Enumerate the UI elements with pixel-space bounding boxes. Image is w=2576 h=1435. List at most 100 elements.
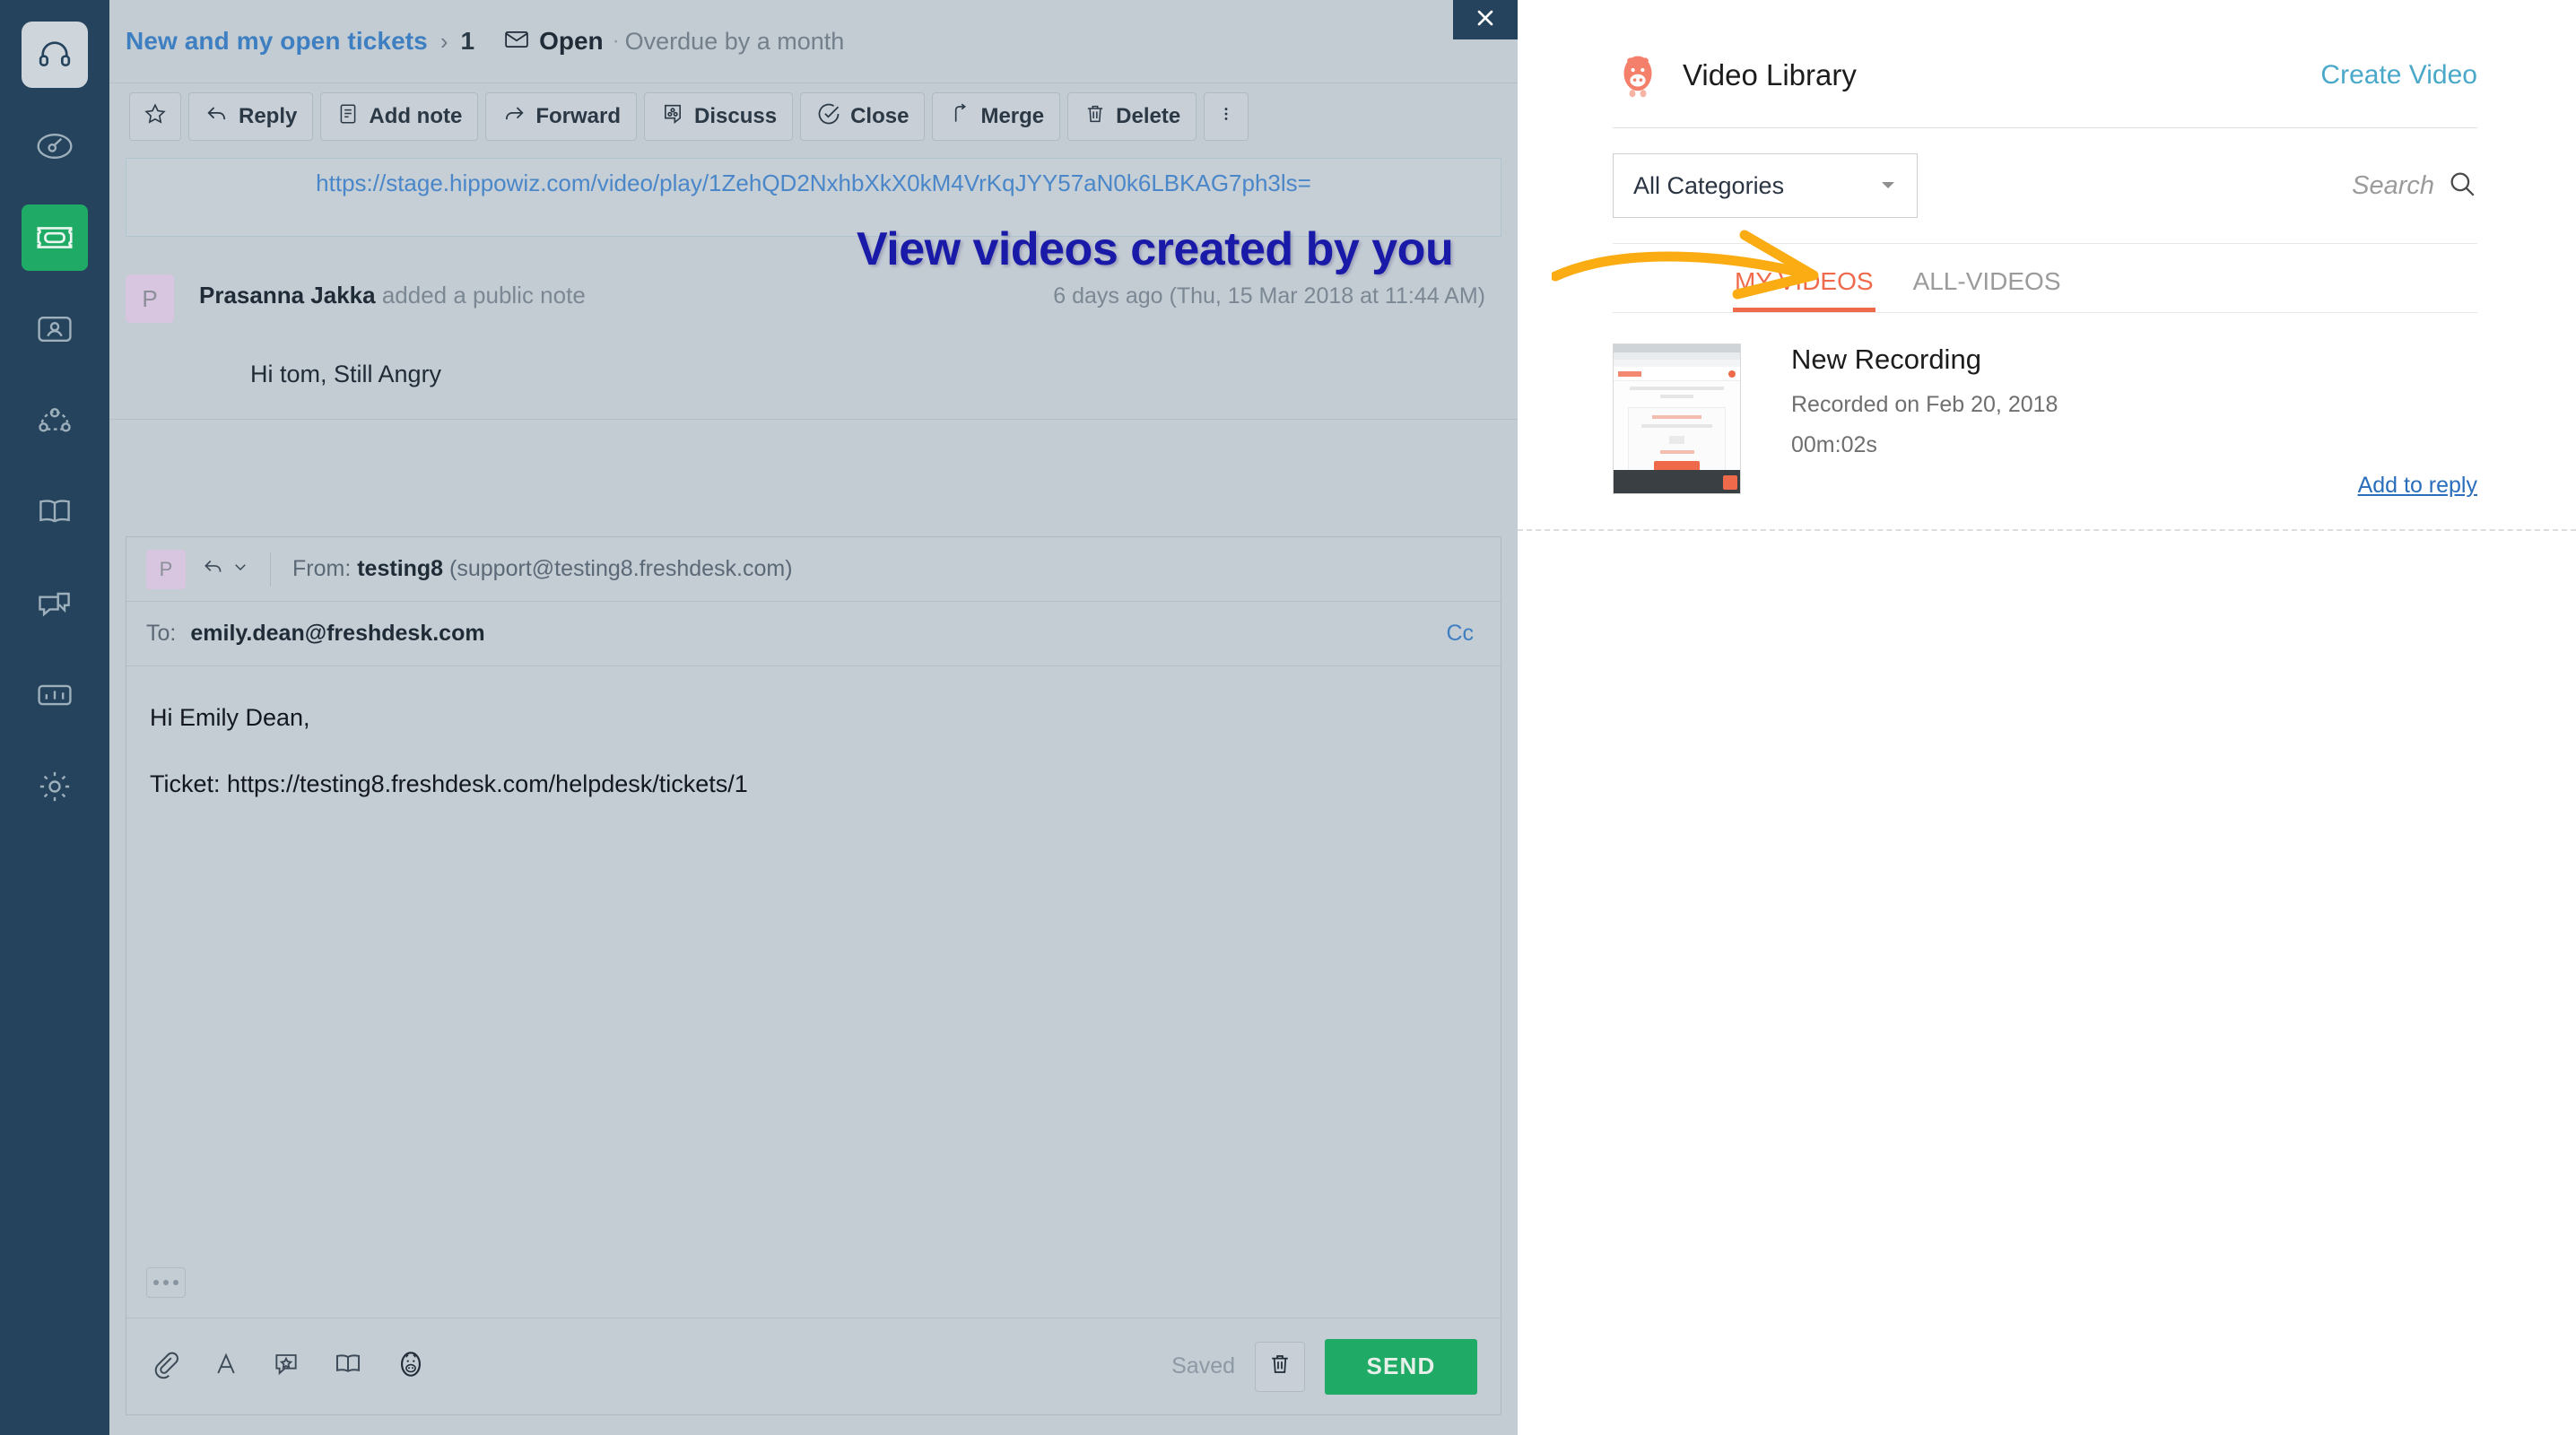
send-button[interactable]: SEND (1325, 1338, 1477, 1395)
reply-arrow-icon (205, 101, 230, 133)
dot (153, 1280, 159, 1285)
composer-footer: Saved SEND (126, 1318, 1501, 1414)
add-note-button[interactable]: Add note (320, 92, 479, 141)
tab-all-videos[interactable]: ALL-VIDEOS (1893, 244, 2081, 312)
thumb-bookmark-bar (1614, 360, 1740, 367)
close-button[interactable]: Close (800, 92, 926, 141)
category-select-value: All Categories (1633, 171, 1785, 199)
close-button-label: Close (850, 104, 909, 128)
discuss-button[interactable]: Discuss (644, 92, 794, 141)
status-badge: Open (539, 27, 604, 55)
gear-icon (35, 767, 74, 806)
delete-button-label: Delete (1116, 104, 1181, 128)
note-body: Hi tom, Still Angry (109, 323, 1518, 420)
video-recorded-date: Recorded on Feb 20, 2018 (1791, 392, 2058, 417)
video-thumbnail[interactable] (1613, 344, 1741, 494)
composer-from-text: From: testing8 (support@testing8.freshde… (292, 556, 793, 582)
breadcrumb-view-link[interactable]: New and my open tickets (126, 27, 428, 56)
video-play-link[interactable]: https://stage.hippowiz.com/video/play/1Z… (316, 170, 1311, 197)
app-rail (0, 0, 109, 1435)
to-value[interactable]: emily.dean@freshdesk.com (190, 621, 484, 647)
canned-response-icon[interactable] (272, 1349, 300, 1384)
sidebar-item-solutions[interactable] (22, 479, 88, 545)
merge-button[interactable]: Merge (932, 92, 1061, 141)
to-label: To: (146, 621, 177, 646)
favorite-button[interactable] (129, 92, 181, 141)
drawer-filters: All Categories Search (1518, 128, 2576, 218)
reply-type-selector[interactable] (202, 555, 248, 583)
forward-arrow-icon (501, 101, 527, 133)
thumb-recorder-bar (1614, 470, 1740, 493)
close-drawer-button[interactable] (1453, 0, 1518, 39)
thumb-url-bar (1614, 352, 1740, 360)
search-input[interactable]: Search (2352, 171, 2434, 201)
solutions-book-icon[interactable] (333, 1349, 363, 1384)
check-circle-icon (816, 101, 841, 133)
sidebar-item-social[interactable] (22, 387, 88, 454)
list-item[interactable]: New Recording Recorded on Feb 20, 2018 0… (1518, 313, 2576, 531)
sidebar-item-reports[interactable] (22, 662, 88, 728)
ticket-number: 1 (460, 27, 475, 55)
envelope-icon (503, 26, 530, 57)
video-library-drawer: Video Library Create Video All Categorie… (1453, 0, 2576, 1435)
text-format-icon[interactable] (213, 1349, 239, 1384)
activity-action: added a public note (375, 282, 586, 309)
chat-icon (35, 584, 74, 623)
conversation-stream: https://stage.hippowiz.com/video/play/1Z… (109, 151, 1518, 1435)
brand-logo[interactable] (22, 22, 88, 88)
video-meta: New Recording Recorded on Feb 20, 2018 0… (1791, 344, 2477, 499)
composer-avatar: P (146, 549, 186, 589)
annotation-arrow (1550, 224, 1910, 327)
thumb-text-line (1659, 450, 1694, 454)
create-video-link[interactable]: Create Video (2320, 60, 2477, 91)
add-to-reply-link[interactable]: Add to reply (1791, 473, 2477, 499)
breadcrumb: New and my open tickets › 1 Open · Overd… (109, 0, 1518, 83)
thumb-brand (1618, 371, 1641, 377)
from-label: From: (292, 556, 352, 581)
from-email: (support@testing8.freshdesk.com) (449, 556, 793, 581)
attach-icon[interactable] (150, 1349, 180, 1384)
delete-button[interactable]: Delete (1067, 92, 1197, 141)
thumb-text-line (1640, 424, 1713, 428)
divider (270, 552, 271, 587)
activity-timestamp: 6 days ago (Thu, 15 Mar 2018 at 11:44 AM… (1053, 283, 1485, 309)
discard-draft-button[interactable] (1255, 1341, 1305, 1392)
hippo-video-icon[interactable] (396, 1347, 426, 1386)
add-note-button-label: Add note (369, 104, 463, 128)
avatar: P (126, 274, 174, 323)
quoted-text-toggle[interactable] (146, 1267, 186, 1298)
forward-button-label: Forward (535, 104, 622, 128)
search-box[interactable]: Search (2352, 169, 2477, 204)
drawer-title: Video Library (1683, 58, 1857, 91)
more-actions-button[interactable] (1204, 92, 1249, 141)
forward-button[interactable]: Forward (485, 92, 638, 141)
reply-button[interactable]: Reply (188, 92, 314, 141)
thumb-card-heading (1651, 415, 1702, 419)
headset-icon (37, 37, 73, 73)
due-status: Overdue by a month (624, 27, 845, 55)
bar-chart-icon (35, 675, 74, 715)
category-select[interactable]: All Categories (1613, 153, 1918, 218)
dot (173, 1280, 178, 1285)
ticket-toolbar: Reply Add note Forward Discuss Close Mer… (109, 84, 1518, 149)
kebab-menu-icon (1217, 100, 1235, 134)
search-icon[interactable] (2447, 169, 2477, 204)
sidebar-item-admin[interactable] (22, 753, 88, 820)
thumb-text-line (1660, 395, 1693, 398)
sidebar-item-dashboard[interactable] (22, 113, 88, 179)
sidebar-item-contacts[interactable] (22, 296, 88, 362)
cc-link[interactable]: Cc (1446, 621, 1474, 647)
sidebar-item-tickets[interactable] (22, 204, 88, 271)
video-duration: 00m:02s (1791, 432, 1877, 457)
composer-from-row: P From: testing8 (support@testing8.fresh… (126, 537, 1501, 602)
star-icon (143, 101, 168, 133)
composer-greeting: Hi Emily Dean, (150, 704, 310, 731)
sidebar-item-forums[interactable] (22, 570, 88, 637)
reply-button-label: Reply (239, 104, 298, 128)
thumb-text-line (1630, 387, 1724, 390)
thumb-app-bar (1614, 367, 1740, 381)
composer-body[interactable]: Hi Emily Dean, Ticket: https://testing8.… (126, 666, 1501, 1318)
dot (163, 1280, 169, 1285)
ticket-detail-pane: New and my open tickets › 1 Open · Overd… (109, 0, 1518, 1435)
discuss-icon (660, 101, 685, 133)
